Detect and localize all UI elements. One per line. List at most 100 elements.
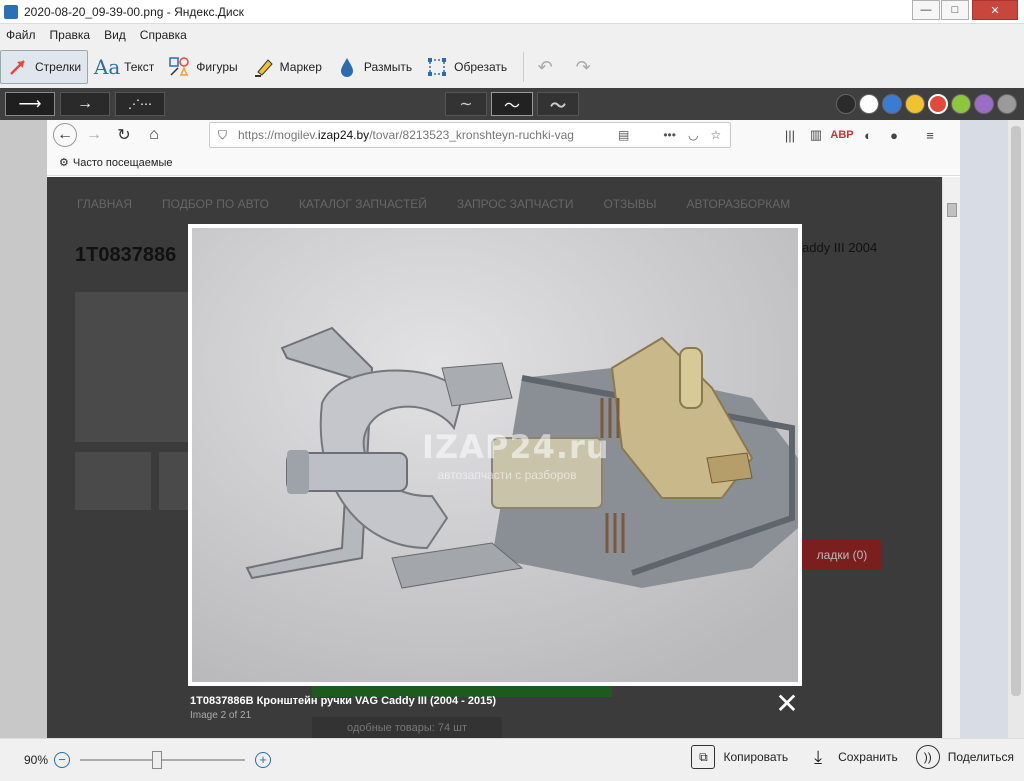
zoom-out-button[interactable]: − <box>54 752 71 768</box>
arrow-style-curved[interactable]: ⋰⋯ <box>115 92 165 116</box>
zoom-level: 90% <box>24 753 49 767</box>
menu-edit[interactable]: Правка <box>50 28 91 42</box>
tool-options-bar: ⟶ → ⋰⋯ ∼ 〜 〜 <box>0 88 1024 120</box>
reader-icon: ▤ <box>618 128 630 142</box>
home-icon: ⌂ <box>149 126 159 143</box>
share-button[interactable]: )) Поделиться <box>915 745 1014 769</box>
zoom-in-button[interactable]: + <box>255 752 272 768</box>
redo-icon[interactable]: ↷ <box>570 54 596 80</box>
browser-nav-bar: ← → ↻ ⌂ ⛉ https://mogilev.izap24.by/tova… <box>47 120 960 150</box>
menu-file[interactable]: Файл <box>6 28 36 42</box>
site-nav-home: ГЛАВНАЯ <box>77 197 133 211</box>
scrollbar-thumb[interactable] <box>1011 126 1021 696</box>
site-nav-by-car: ПОДБОР ПО АВТО <box>162 197 269 211</box>
product-heading: 1T0837886 <box>75 244 177 266</box>
shield-icon: ⛉ <box>218 127 228 142</box>
save-label: Сохранить <box>838 750 898 764</box>
cart-button: ладки (0) <box>802 540 882 570</box>
undo-icon[interactable]: ↶ <box>532 54 558 80</box>
tool-shapes[interactable]: Фигуры <box>162 50 243 84</box>
blur-drop-icon <box>336 56 358 78</box>
menu-view[interactable]: Вид <box>104 28 126 42</box>
site-nav: ГЛАВНАЯ ПОДБОР ПО АВТО КАТАЛОГ ЗАПЧАСТЕЙ… <box>77 197 820 211</box>
color-swatch-black[interactable] <box>836 94 856 114</box>
thickness-medium[interactable]: 〜 <box>491 92 533 116</box>
copy-label: Копировать <box>723 750 789 764</box>
library-icon: ||| <box>784 127 796 143</box>
window-title: 2020-08-20_09-39-00.png - Яндекс.Диск <box>24 4 244 19</box>
arrow-tool-icon <box>7 56 29 78</box>
menu-help[interactable]: Справка <box>140 28 187 42</box>
copy-icon: ⧉ <box>691 745 716 769</box>
gear-icon: ⚙ <box>59 157 69 169</box>
zoom-slider[interactable] <box>80 751 246 769</box>
color-swatch-gray[interactable] <box>997 94 1017 114</box>
color-swatch-white[interactable] <box>859 94 879 114</box>
zoom-slider-handle[interactable] <box>152 751 163 769</box>
site-nav-reviews: ОТЗЫВЫ <box>603 197 657 211</box>
sidebar-icon: ▥ <box>809 127 823 142</box>
arrow-style-thin[interactable]: → <box>60 92 110 116</box>
tool-blur-label: Размыть <box>363 60 413 74</box>
bookmarks-bar: ⚙ Часто посещаемые <box>47 150 960 176</box>
arrow-style-straight[interactable]: ⟶ <box>5 92 55 116</box>
color-swatch-yellow[interactable] <box>905 94 925 114</box>
product-photo: IZAP24.ru автозапчасти с разборов <box>192 228 798 682</box>
share-label: Поделиться <box>947 750 1014 764</box>
color-swatch-red[interactable] <box>928 94 948 114</box>
text-tool-icon: Aa <box>93 55 121 79</box>
lightbox-close-icon: ✕ <box>775 688 799 719</box>
canvas-vertical-scrollbar[interactable] <box>1008 120 1024 738</box>
color-swatch-purple[interactable] <box>974 94 994 114</box>
watermark-tagline: автозапчасти с разборов <box>437 468 577 482</box>
product-thumbnail <box>75 452 151 510</box>
tool-shapes-label: Фигуры <box>196 60 238 74</box>
url-bar: ⛉ https://mogilev.izap24.by/tovar/821352… <box>209 122 731 148</box>
lightbox-caption: 1T0837886B Кронштейн ручки VAG Caddy III… <box>190 695 497 707</box>
reload-icon: ↻ <box>117 127 131 144</box>
tool-arrows[interactable]: Стрелки <box>0 50 89 84</box>
thickness-thick[interactable]: 〜 <box>537 92 579 116</box>
copy-button[interactable]: ⧉ Копировать <box>691 745 788 769</box>
marker-tool-icon <box>252 56 274 78</box>
account-icon: ● <box>890 127 898 143</box>
editor-toolbar: Стрелки Aa Текст Фигуры Маркер Размыть О… <box>0 46 1024 88</box>
product-model: addy III 2004 <box>802 240 878 255</box>
tool-marker[interactable]: Маркер <box>246 50 328 84</box>
crop-icon <box>426 56 448 78</box>
download-icon: ⤓ <box>814 746 823 767</box>
forward-icon: → <box>86 126 102 143</box>
site-nav-dismantlers: АВТОРАЗБОРКАМ <box>686 197 791 211</box>
shapes-tool-icon <box>168 56 190 78</box>
tool-crop[interactable]: Обрезать <box>420 50 513 84</box>
thickness-thin[interactable]: ∼ <box>445 92 487 116</box>
watermark: IZAP24.ru автозапчасти с разборов <box>422 428 609 482</box>
lightbox-frame: IZAP24.ru автозапчасти с разборов <box>188 224 802 686</box>
color-swatch-green[interactable] <box>951 94 971 114</box>
color-swatch-blue[interactable] <box>882 94 902 114</box>
close-window-button[interactable]: ✕ <box>972 0 1018 20</box>
tool-blur[interactable]: Размыть <box>330 50 418 84</box>
pocket-icon: ◡ <box>687 128 699 142</box>
save-button[interactable]: ⤓ Сохранить <box>806 745 898 769</box>
tool-marker-label: Маркер <box>279 60 322 74</box>
tool-crop-label: Обрезать <box>454 60 508 74</box>
tool-text[interactable]: Aa Текст <box>90 50 160 84</box>
sync-icon: ◐ <box>864 127 872 143</box>
maximize-button[interactable]: □ <box>941 0 969 20</box>
menu-icon: ≡ <box>926 127 934 143</box>
bookmark-frequent: Часто посещаемые <box>72 156 173 169</box>
site-nav-request: ЗАПРОС ЗАПЧАСТИ <box>456 197 574 211</box>
more-icon: ••• <box>663 128 676 142</box>
lightbox-counter: Image 2 of 21 <box>190 710 252 721</box>
adblock-icon: ABP <box>830 129 854 141</box>
minimize-button[interactable]: — <box>912 0 940 20</box>
star-icon: ☆ <box>710 128 722 142</box>
site-nav-catalog: КАТАЛОГ ЗАПЧАСТЕЙ <box>298 197 427 211</box>
back-icon: ← <box>53 123 77 147</box>
url-text: https://mogilev.izap24.by/tovar/8213523_… <box>238 128 574 142</box>
similar-products-button: одобные товары: 74 шт <box>312 717 502 738</box>
toolbar-separator <box>523 52 525 82</box>
share-icon: )) <box>915 745 940 769</box>
browser-scrollbar <box>942 177 960 738</box>
